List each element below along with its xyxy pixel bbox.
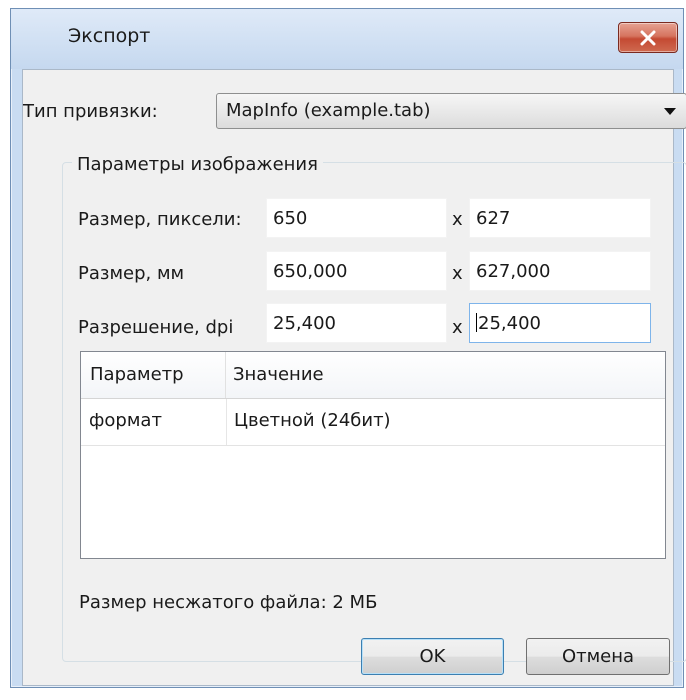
image-params-title: Параметры изображения: [72, 154, 323, 175]
chevron-down-icon: [664, 108, 676, 115]
cell-divider: [226, 399, 227, 445]
size-mm-x-label: x: [452, 263, 463, 284]
size-mm-height-input[interactable]: 627,000: [469, 251, 651, 291]
cancel-button[interactable]: Отмена: [526, 638, 670, 675]
cell-value: Цветной (24бит): [234, 410, 391, 431]
size-px-height-input[interactable]: 627: [469, 198, 651, 238]
cell-param: формат: [89, 410, 162, 431]
file-size-info: Размер несжатого файла: 2 МБ: [79, 592, 378, 613]
dialog-title: Экспорт: [68, 25, 151, 47]
resolution-h-input[interactable]: 25,400: [266, 303, 447, 343]
column-header-value[interactable]: Значение: [227, 352, 666, 398]
dialog-body: Тип привязки: MapInfo (example.tab) Пара…: [22, 69, 686, 686]
table-header: Параметр Значение: [81, 352, 665, 399]
resolution-v-text: 25,400: [476, 313, 541, 334]
ok-button[interactable]: OK: [361, 638, 504, 675]
size-mm-label: Размер, мм: [78, 263, 185, 284]
close-icon: [640, 30, 656, 46]
resolution-v-input[interactable]: 25,400: [469, 303, 651, 343]
resolution-h-value: 25,400: [273, 313, 336, 334]
title-bar[interactable]: Экспорт: [11, 9, 683, 69]
size-px-width-input[interactable]: 650: [266, 198, 447, 238]
size-px-label: Размер, пиксели:: [78, 209, 242, 230]
resolution-x-label: x: [452, 317, 463, 338]
resolution-v-value: 25,400: [478, 313, 541, 334]
resolution-label: Разрешение, dpi: [78, 317, 234, 338]
size-px-x-label: x: [452, 209, 463, 230]
size-mm-height-value: 627,000: [476, 261, 551, 282]
size-mm-width-value: 650,000: [273, 261, 348, 282]
table-row[interactable]: формат Цветной (24бит): [81, 399, 665, 446]
binding-type-value: MapInfo (example.tab): [226, 100, 431, 121]
size-px-height-value: 627: [476, 208, 511, 229]
binding-type-select[interactable]: MapInfo (example.tab): [216, 93, 686, 129]
size-mm-width-input[interactable]: 650,000: [266, 251, 447, 291]
column-header-param[interactable]: Параметр: [81, 352, 226, 398]
size-px-width-value: 650: [273, 208, 308, 229]
params-table[interactable]: Параметр Значение формат Цветной (24бит): [80, 351, 666, 559]
binding-type-label: Тип привязки:: [23, 101, 158, 122]
close-button[interactable]: [618, 22, 678, 53]
export-dialog: Экспорт Тип привязки: MapInfo (example.t…: [10, 8, 686, 688]
column-header-value-label: Значение: [233, 364, 324, 385]
text-caret: [476, 313, 477, 332]
column-header-param-label: Параметр: [90, 364, 184, 385]
